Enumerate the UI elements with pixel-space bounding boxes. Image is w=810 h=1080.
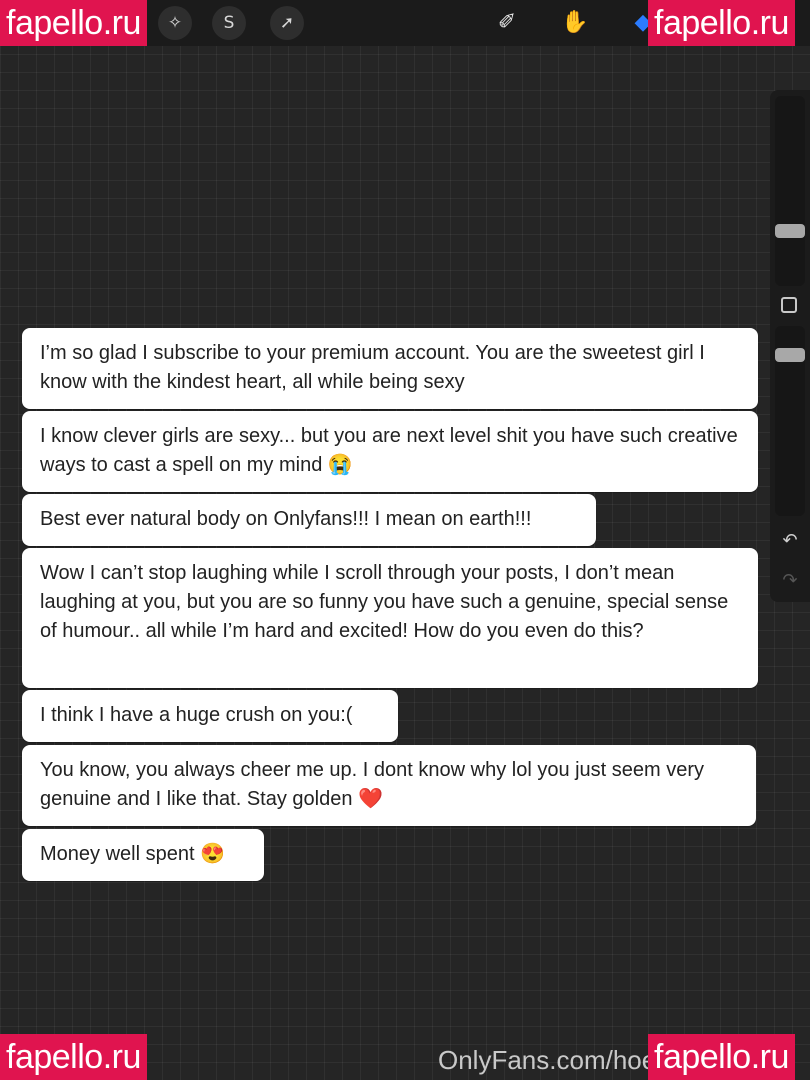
brush-icon[interactable]: ✐ <box>490 6 524 40</box>
watermark-top-left: fapello.ru <box>0 0 147 46</box>
message-bubble: Wow I can’t stop laughing while I scroll… <box>22 548 758 688</box>
brush-size-slider-thumb[interactable] <box>775 224 805 238</box>
message-text: I know clever girls are sexy... but you … <box>40 425 738 476</box>
message-text: Money well spent 😍 <box>40 843 225 865</box>
watermark-top-right: fapello.ru <box>648 0 795 46</box>
brush-size-slider[interactable] <box>775 96 805 286</box>
message-bubble: I know clever girls are sexy... but you … <box>22 411 758 492</box>
side-panel: ↶ ↷ <box>770 90 810 602</box>
magic-wand-icon[interactable]: ✧ <box>158 6 192 40</box>
message-text: You know, you always cheer me up. I dont… <box>40 759 705 810</box>
modify-square-button[interactable] <box>781 297 797 313</box>
message-text: I think I have a huge crush on you:( <box>40 704 353 726</box>
redo-icon[interactable]: ↷ <box>770 570 810 591</box>
undo-icon[interactable]: ↶ <box>770 530 810 551</box>
watermark-bottom-left: fapello.ru <box>0 1034 147 1080</box>
selection-icon[interactable]: S <box>212 6 246 40</box>
smudge-icon[interactable]: ✋ <box>558 6 592 40</box>
watermark-bottom-right: fapello.ru <box>648 1034 795 1080</box>
message-text: Best ever natural body on Onlyfans!!! I … <box>40 508 532 530</box>
message-bubble: You know, you always cheer me up. I dont… <box>22 745 756 826</box>
message-text: I’m so glad I subscribe to your premium … <box>40 342 705 393</box>
transform-arrow-icon[interactable]: ➚ <box>270 6 304 40</box>
footer-url-watermark: OnlyFans.com/hoe <box>438 1045 657 1075</box>
message-bubble: I think I have a huge crush on you:( <box>22 690 398 742</box>
opacity-slider[interactable] <box>775 326 805 516</box>
opacity-slider-thumb[interactable] <box>775 348 805 362</box>
message-bubble: Best ever natural body on Onlyfans!!! I … <box>22 494 596 546</box>
message-text: Wow I can’t stop laughing while I scroll… <box>40 562 729 642</box>
message-bubble: I’m so glad I subscribe to your premium … <box>22 328 758 409</box>
message-bubble: Money well spent 😍 <box>22 829 264 881</box>
